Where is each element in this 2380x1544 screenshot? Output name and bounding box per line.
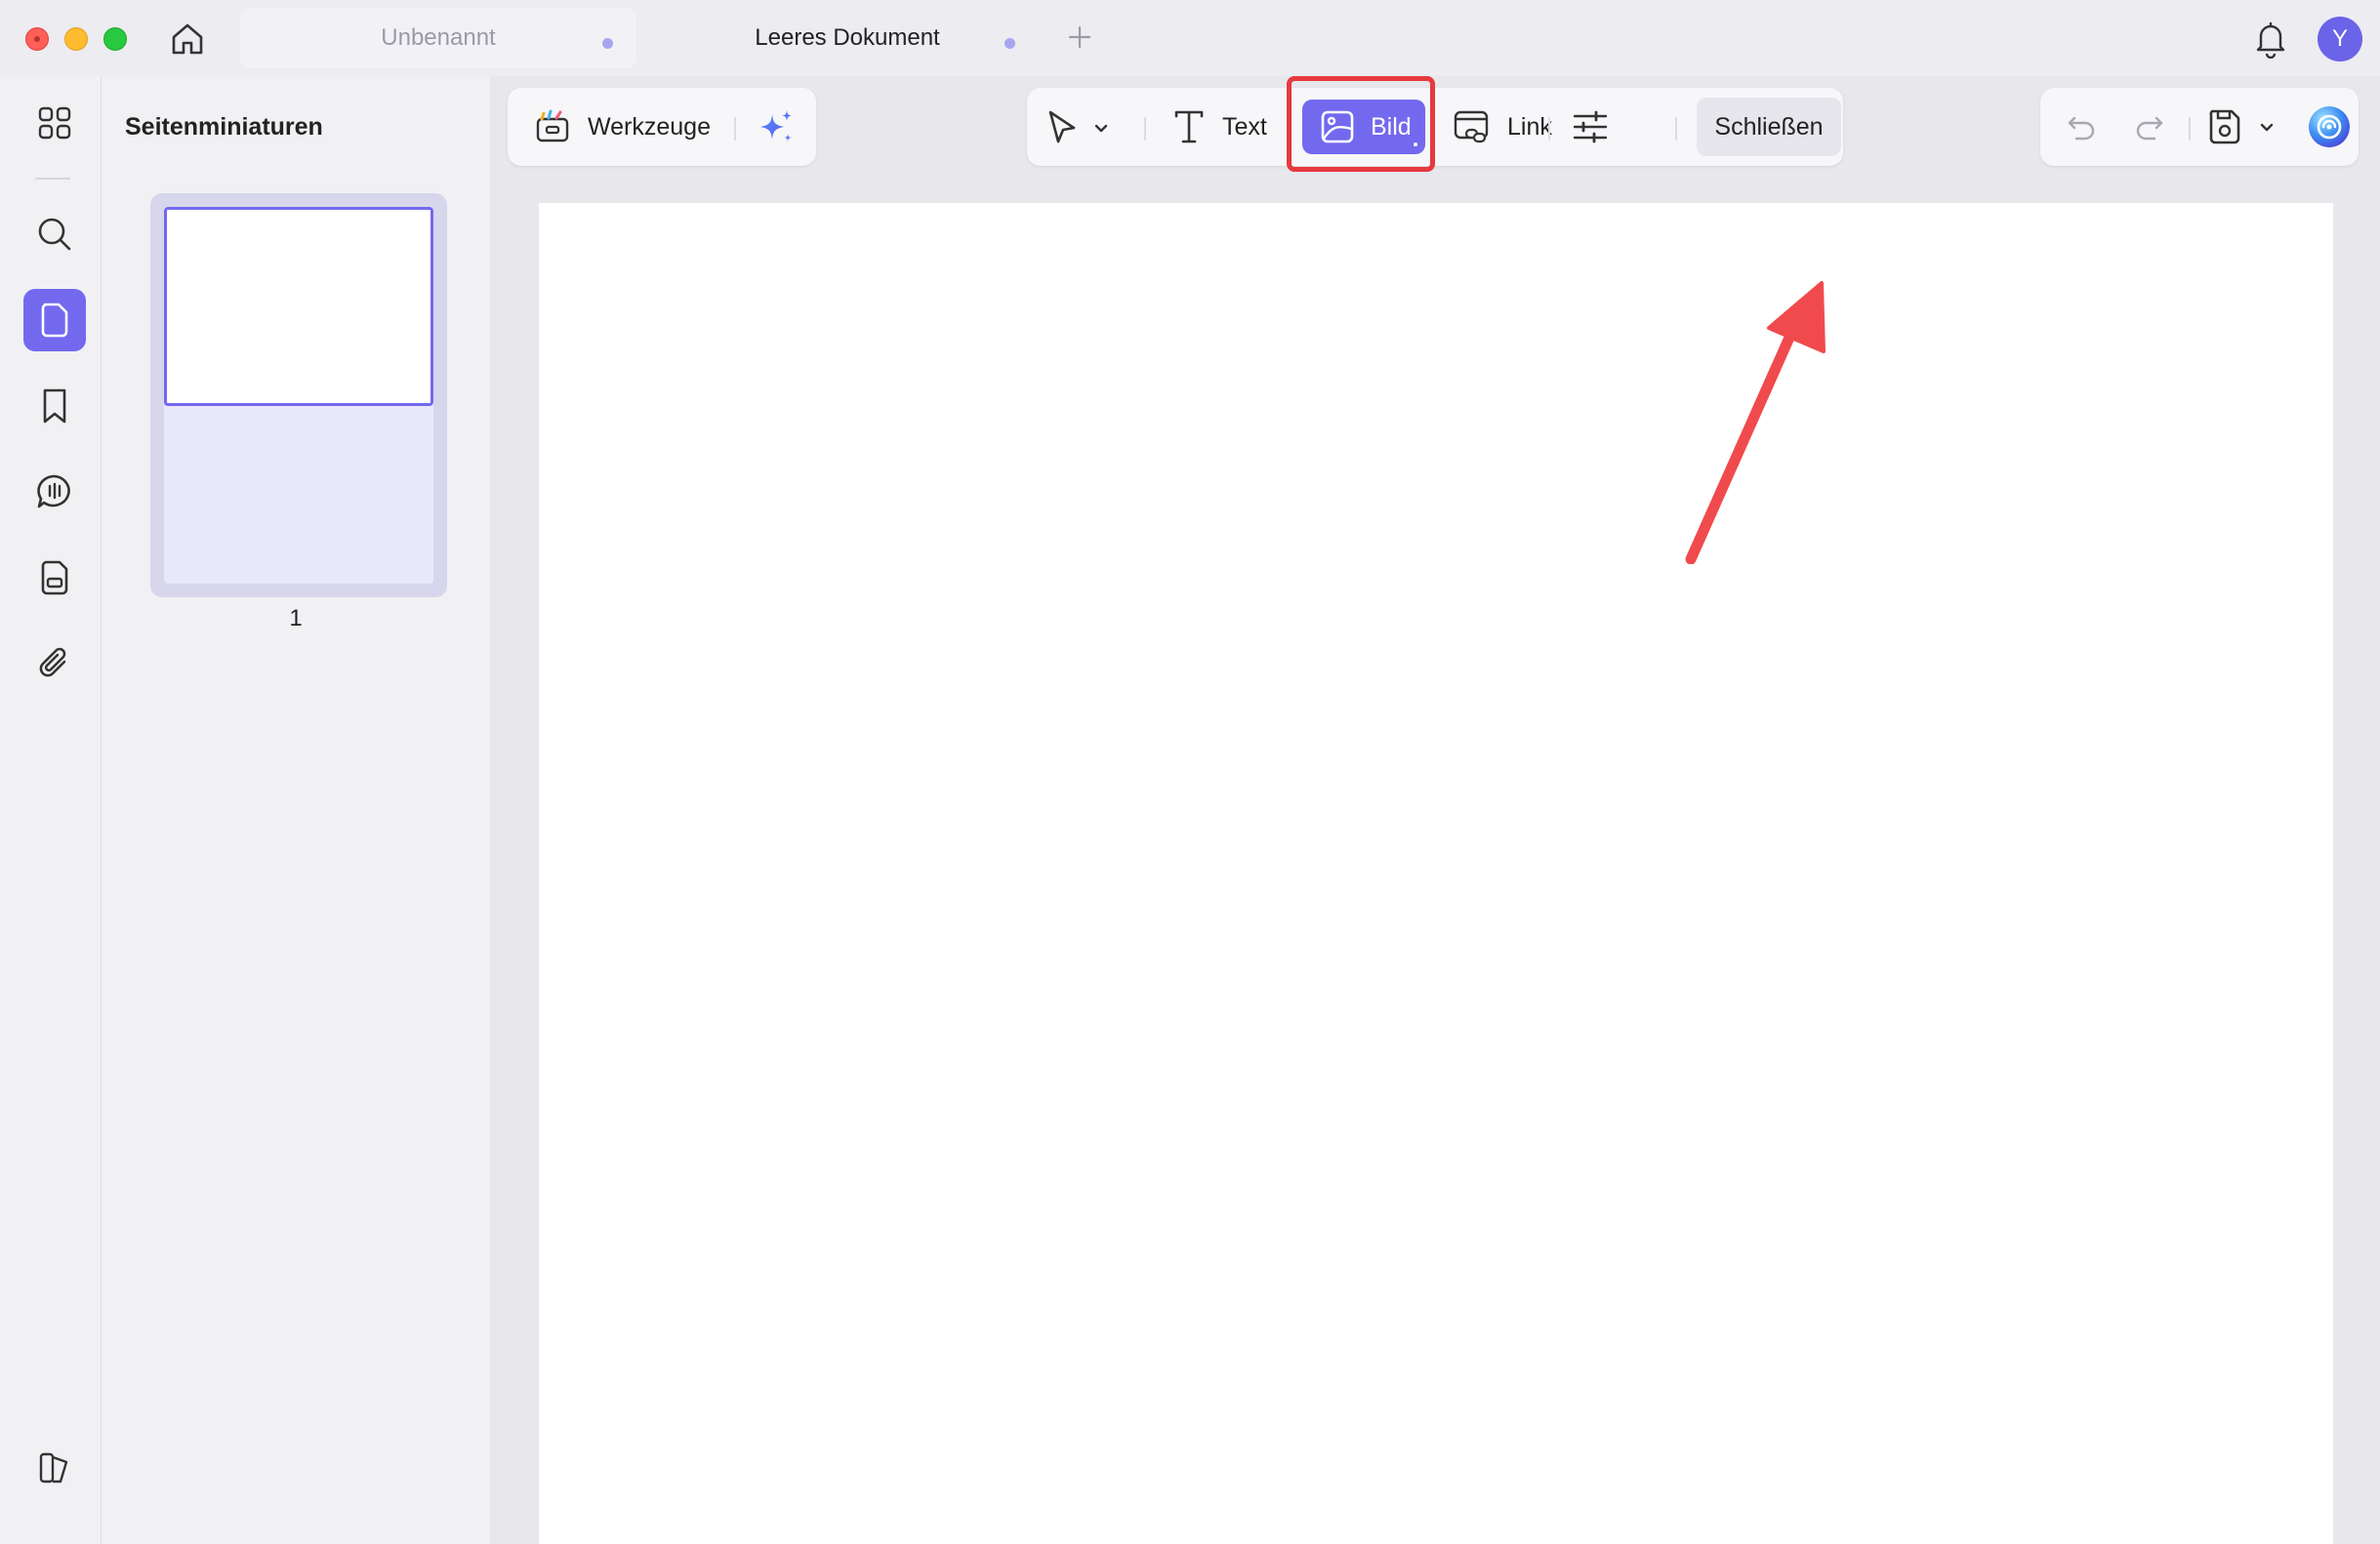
text-tool-label: Text <box>1222 112 1267 141</box>
chevron-down-icon <box>1094 124 1108 133</box>
rail-item-page-thumbnails[interactable] <box>23 289 86 351</box>
tab-label: Unbenannt <box>381 24 496 51</box>
rail-item-grid[interactable] <box>23 92 86 154</box>
undo-icon <box>2068 116 2095 141</box>
new-tab-button[interactable] <box>1064 21 1095 53</box>
thumbnail-page <box>164 207 433 584</box>
grid-icon <box>38 106 71 140</box>
page-number: 1 <box>289 605 303 631</box>
toolbar-divider <box>2189 117 2191 141</box>
properties-button[interactable] <box>1568 103 1613 150</box>
tools-button[interactable]: Werkzeuge <box>533 103 711 150</box>
avatar-initial: Y <box>2331 25 2348 52</box>
undo-button[interactable] <box>2060 105 2103 148</box>
ai-tools-button[interactable] <box>754 105 799 150</box>
left-rail <box>0 76 102 1544</box>
home-button[interactable] <box>162 18 213 61</box>
toolbar-divider <box>1675 117 1677 141</box>
rail-item-forms[interactable] <box>23 547 86 609</box>
toolbar-divider <box>1548 117 1550 141</box>
home-icon <box>172 23 203 55</box>
annotation-arrow <box>1685 281 1826 564</box>
annotation-highlight-box <box>1287 76 1435 172</box>
zoom-window-button[interactable] <box>103 27 127 51</box>
sliders-icon <box>1573 110 1608 143</box>
form-icon <box>41 560 68 595</box>
save-icon <box>2209 109 2240 144</box>
ai-assistant-icon <box>2309 106 2350 147</box>
toolbar-divider <box>734 117 736 141</box>
thumbnails-panel: Seitenminiaturen 1 <box>102 76 490 1544</box>
cursor-icon <box>1048 110 1076 143</box>
close-edit-label: Schließen <box>1714 112 1824 141</box>
edit-toolbar: Text Bild Link Schließen <box>1027 88 1843 166</box>
rail-divider <box>35 178 70 180</box>
rail-item-bookmarks[interactable] <box>23 375 86 437</box>
tools-label: Werkzeuge <box>588 112 711 141</box>
tab-unbenannt[interactable]: Unbenannt <box>240 8 636 68</box>
sidebar-toggle-icon <box>39 1452 68 1483</box>
toolbar-divider <box>1144 117 1146 141</box>
bell-icon <box>2256 21 2285 59</box>
notifications-button[interactable] <box>2251 18 2290 61</box>
text-icon <box>1174 110 1204 143</box>
panel-title: Seitenminiaturen <box>125 113 323 141</box>
unsaved-dot-icon <box>1005 38 1015 49</box>
thumbnail-viewport-indicator <box>164 207 433 406</box>
rail-item-comments[interactable] <box>23 461 86 523</box>
ai-assistant-button[interactable] <box>2306 103 2353 150</box>
redo-icon <box>2136 116 2163 141</box>
paperclip-icon <box>39 647 66 677</box>
comment-icon <box>37 474 70 508</box>
select-tool-button[interactable] <box>1045 105 1111 150</box>
title-bar: Unbenannt Leeres Dokument Y <box>0 0 2380 76</box>
plus-icon <box>1068 25 1091 49</box>
minimize-window-button[interactable] <box>64 27 88 51</box>
close-edit-button[interactable]: Schließen <box>1697 98 1841 156</box>
link-tool-label: Link <box>1507 112 1552 141</box>
document-workspace: Werkzeuge Text Bild Link Schließen <box>490 76 2380 1544</box>
sidebar-toggle-button[interactable] <box>23 1437 86 1499</box>
close-window-button[interactable] <box>25 27 49 51</box>
page-icon <box>41 303 68 338</box>
rail-item-attachments[interactable] <box>23 632 86 695</box>
search-icon <box>38 218 71 251</box>
link-tool-button[interactable]: Link <box>1453 103 1552 150</box>
link-icon <box>1454 110 1489 143</box>
text-tool-button[interactable]: Text <box>1171 103 1267 150</box>
rail-item-search[interactable] <box>23 203 86 265</box>
chevron-down-icon <box>2260 123 2274 132</box>
redo-button[interactable] <box>2128 105 2171 148</box>
bookmark-icon <box>43 388 66 424</box>
page-thumbnail[interactable] <box>150 193 447 597</box>
unsaved-dot-icon <box>602 38 613 49</box>
sparkle-icon <box>760 110 792 142</box>
tools-toolbar: Werkzeuge <box>508 88 816 166</box>
avatar[interactable]: Y <box>2318 17 2362 61</box>
tab-label: Leeres Dokument <box>755 24 940 51</box>
save-button[interactable] <box>2206 105 2277 148</box>
document-page[interactable] <box>539 203 2333 1544</box>
tab-leeres-dokument[interactable]: Leeres Dokument <box>652 8 1043 68</box>
toolbox-icon <box>536 109 569 142</box>
actions-toolbar <box>2040 88 2359 166</box>
